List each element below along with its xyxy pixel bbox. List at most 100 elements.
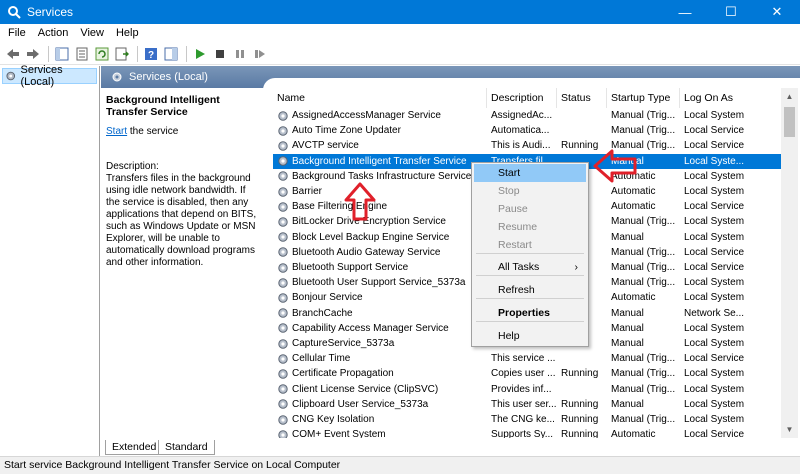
tab-extended[interactable]: Extended: [105, 440, 164, 455]
column-header-startup-type[interactable]: Startup Type: [607, 88, 680, 108]
view-tabs: Extended Standard: [101, 440, 800, 456]
service-name: Bluetooth Support Service: [273, 260, 487, 275]
service-log-on-as: Local System: [684, 231, 745, 243]
help-icon[interactable]: ?: [142, 45, 160, 63]
menu-help[interactable]: Help: [110, 24, 145, 43]
service-gear-icon: [278, 353, 288, 364]
start-service-icon[interactable]: [191, 45, 209, 63]
service-startup-type: Manual (Trig...: [611, 383, 676, 395]
table-row[interactable]: COM+ Event System Supports Sy... Running Au…: [273, 427, 788, 438]
table-row[interactable]: AVCTP service This is Audi... Running Manua…: [273, 138, 788, 153]
service-name-text: Bluetooth Audio Gateway Service: [292, 246, 441, 258]
service-name-text: Barrier: [292, 186, 323, 197]
service-name-text: CaptureService_5373a: [292, 338, 395, 349]
service-log-on-as: Local Service: [684, 353, 745, 365]
service-name: AssignedAccessManager Service: [273, 108, 487, 123]
context-menu-item-resume: Resume: [474, 218, 586, 236]
service-log-on-as: Local Service: [684, 429, 745, 438]
context-menu: Start Stop Pause Resume Restart All Tasks › Ref…: [471, 162, 589, 347]
service-startup-type: Manual: [611, 322, 644, 334]
context-menu-item-help[interactable]: Help: [474, 327, 586, 345]
scroll-thumb[interactable]: [784, 107, 795, 137]
menu-view[interactable]: View: [74, 24, 110, 43]
service-startup-type: Manual: [611, 307, 644, 319]
service-status: [557, 123, 607, 138]
svg-text:?: ?: [148, 50, 154, 61]
start-service-link[interactable]: Start: [106, 126, 127, 137]
service-log-on-as: Local Service: [684, 140, 745, 152]
service-gear-icon: [278, 429, 288, 438]
window-title: Services: [27, 5, 74, 19]
service-log-on-as: Local Service: [684, 125, 745, 137]
export-list-icon[interactable]: [113, 45, 131, 63]
service-description: Copies user ...: [491, 368, 556, 380]
scroll-up-icon[interactable]: ▲: [781, 88, 798, 105]
context-menu-label: Refresh: [498, 284, 535, 296]
service-gear-icon: [278, 338, 288, 349]
table-row[interactable]: Cellular Time This service ... Manual (Tri…: [273, 351, 788, 366]
service-log-on-as: Local System: [684, 216, 745, 228]
properties-sheet-icon[interactable]: [73, 45, 91, 63]
service-description: Supports Sy...: [491, 429, 554, 438]
table-row[interactable]: AssignedAccessManager Service AssignedAc.…: [273, 108, 788, 123]
context-menu-label: Stop: [498, 185, 520, 197]
table-row[interactable]: Auto Time Zone Updater Automatica... Manua…: [273, 123, 788, 138]
service-gear-icon: [278, 323, 288, 333]
context-menu-item-start[interactable]: Start: [474, 164, 586, 182]
back-arrow-icon[interactable]: [4, 45, 22, 63]
submenu-chevron-icon: ›: [574, 261, 579, 273]
service-name-text: Bonjour Service: [292, 292, 363, 304]
service-log-on-as: Local System: [684, 186, 745, 197]
context-menu-item-properties[interactable]: Properties: [474, 304, 586, 322]
tab-standard[interactable]: Standard: [158, 440, 215, 455]
service-status: [557, 351, 607, 366]
service-name: Capability Access Manager Service: [273, 321, 487, 336]
table-row[interactable]: Certificate Propagation Copies user ... Ru…: [273, 366, 788, 381]
table-row[interactable]: Clipboard User Service_5373a This user se…: [273, 397, 788, 412]
pause-service-icon[interactable]: [231, 45, 249, 63]
column-header-description[interactable]: Description: [487, 88, 557, 108]
context-menu-item-refresh[interactable]: Refresh: [474, 281, 586, 299]
column-header-status[interactable]: Status: [557, 88, 607, 108]
service-status: Running: [561, 429, 599, 438]
service-gear-icon: [278, 171, 288, 181]
vertical-scrollbar[interactable]: ▲ ▼: [781, 88, 798, 438]
context-menu-item-all-tasks[interactable]: All Tasks ›: [474, 258, 586, 276]
context-menu-label: Help: [498, 330, 520, 342]
stop-service-icon[interactable]: [211, 45, 229, 63]
table-row[interactable]: Client License Service (ClipSVC) Provides…: [273, 382, 788, 397]
maximize-button[interactable]: ☐: [708, 0, 754, 24]
table-row[interactable]: CNG Key Isolation The CNG ke... Running Man…: [273, 412, 788, 427]
scroll-down-icon[interactable]: ▼: [781, 421, 798, 438]
minimize-button[interactable]: —: [662, 0, 708, 24]
service-name-text: COM+ Event System: [292, 429, 386, 438]
service-startup-type: Automatic: [611, 186, 656, 197]
service-startup-type: Automatic: [611, 292, 656, 304]
service-startup-type: Manual (Trig...: [611, 368, 676, 380]
service-name: CaptureService_5373a: [273, 336, 487, 351]
service-startup-type: Manual (Trig...: [611, 216, 676, 228]
service-gear-icon: [278, 217, 288, 227]
service-log-on-as: Local Service: [684, 246, 745, 258]
refresh-icon[interactable]: [93, 45, 111, 63]
service-log-on-as: Local System: [684, 110, 745, 121]
service-name-text: AVCTP service: [292, 140, 359, 152]
console-tree-icon[interactable]: [53, 45, 71, 63]
forward-arrow-icon[interactable]: [24, 45, 42, 63]
column-header-name[interactable]: Name: [273, 88, 487, 108]
menu-file[interactable]: File: [2, 24, 32, 43]
service-status: [557, 108, 607, 123]
tree-item-services-local[interactable]: Services (Local): [2, 64, 97, 88]
context-menu-item-stop: Stop: [474, 182, 586, 200]
service-name: COM+ Event System: [273, 427, 487, 438]
show-hide-icon[interactable]: [162, 45, 180, 63]
restart-service-icon[interactable]: [251, 45, 269, 63]
start-service-suffix: the service: [127, 126, 179, 137]
column-header-log-on-as[interactable]: Log On As: [680, 88, 780, 108]
service-startup-type: Automatic: [611, 429, 656, 438]
close-button[interactable]: ✕: [754, 0, 800, 24]
context-menu-item-pause: Pause: [474, 200, 586, 218]
service-startup-type: Manual (Trig...: [611, 262, 676, 273]
service-gear-icon: [278, 277, 288, 288]
menu-action[interactable]: Action: [32, 24, 75, 43]
